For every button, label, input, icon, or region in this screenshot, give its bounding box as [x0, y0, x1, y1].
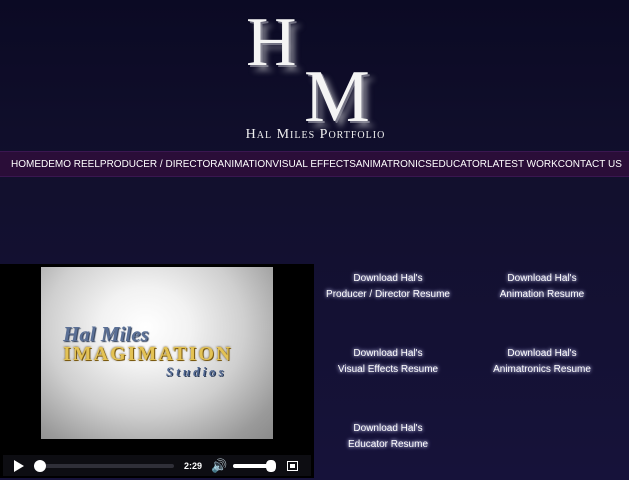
video-title-line3: Studios — [166, 364, 227, 379]
download-visual-effects-resume[interactable]: Download Hal's Visual Effects Resume — [313, 346, 463, 378]
download-label-line1: Download Hal's — [353, 423, 423, 434]
nav-producer-director[interactable]: PRODUCER / DIRECTOR — [100, 159, 218, 170]
nav-animation[interactable]: ANIMATION — [218, 159, 273, 170]
nav-latest-work[interactable]: LATEST WORK — [487, 159, 558, 170]
main-nav: HOME DEMO REEL PRODUCER / DIRECTOR ANIMA… — [0, 151, 629, 177]
download-label-line1: Download Hal's — [353, 273, 423, 284]
nav-educator[interactable]: EDUCATOR — [432, 159, 487, 170]
nav-home[interactable]: HOME — [11, 159, 41, 170]
nav-visual-effects[interactable]: VISUAL EFFECTS — [272, 159, 356, 170]
fullscreen-icon[interactable] — [287, 460, 299, 471]
site-logo[interactable]: H M Hal Miles Portfolio — [0, 0, 629, 148]
volume-handle[interactable] — [266, 459, 277, 472]
nav-animatronics[interactable]: ANIMATRONICS — [356, 159, 432, 170]
download-label-line2: Educator Resume — [347, 439, 429, 450]
site-title: Hal Miles Portfolio — [245, 127, 386, 142]
progress-bar[interactable] — [34, 459, 174, 472]
video-frame[interactable]: Hal Miles IMAGIMATION Studios — [41, 267, 273, 439]
download-label-line2: Animation Resume — [499, 289, 585, 300]
video-title-line2: IMAGIMATION — [63, 343, 233, 365]
volume-icon[interactable]: 🔊 — [211, 459, 227, 472]
progress-handle[interactable] — [34, 459, 46, 472]
download-animatronics-resume[interactable]: Download Hal's Animatronics Resume — [467, 346, 617, 378]
download-label-line1: Download Hal's — [507, 273, 577, 284]
download-label-line1: Download Hal's — [353, 348, 423, 359]
logo-letter-h: H — [246, 4, 297, 81]
download-animation-resume[interactable]: Download Hal's Animation Resume — [467, 271, 617, 303]
nav-demo-reel[interactable]: DEMO REEL — [41, 159, 100, 170]
download-label-line2: Animatronics Resume — [493, 364, 591, 375]
duration-display: 2:29 — [184, 460, 203, 471]
download-label-line2: Visual Effects Resume — [337, 364, 439, 375]
play-icon[interactable] — [14, 459, 24, 472]
download-label-line2: Producer / Director Resume — [326, 289, 450, 300]
video-player[interactable]: Hal Miles IMAGIMATION Studios 2:29 🔊 — [0, 264, 314, 478]
nav-contact-us[interactable]: CONTACT US — [558, 159, 622, 170]
download-label-line1: Download Hal's — [507, 348, 577, 359]
volume-slider[interactable] — [233, 459, 277, 472]
logo-letter-m: M — [304, 56, 370, 138]
download-producer-director-resume[interactable]: Download Hal's Producer / Director Resum… — [313, 271, 463, 303]
player-controls: 2:29 🔊 — [3, 455, 311, 476]
download-educator-resume[interactable]: Download Hal's Educator Resume — [313, 421, 463, 453]
